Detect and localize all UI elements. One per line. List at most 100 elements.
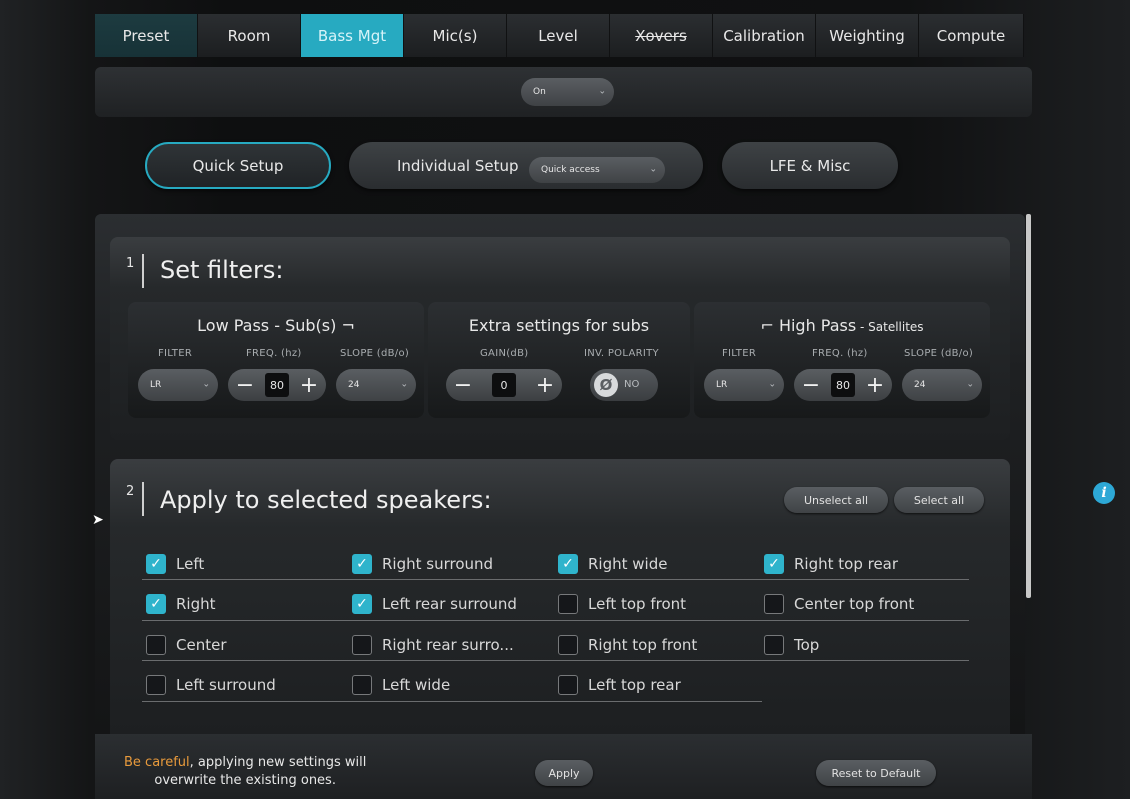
polarity-label: INV. POLARITY (584, 348, 659, 359)
speaker-label: Left surround (176, 676, 276, 694)
speaker-checkbox-item[interactable]: Right rear surro... (352, 630, 514, 660)
group-title: Extra settings for subs (468, 316, 650, 335)
speaker-label: Left top front (588, 595, 687, 613)
row-divider (142, 701, 762, 702)
speaker-checkbox-item[interactable]: Left top front (558, 589, 686, 619)
speaker-label: Left rear surround (382, 595, 517, 613)
speaker-checkbox-item[interactable]: ✓ Left rear surround (352, 589, 517, 619)
speaker-checkbox-item[interactable]: Center (146, 630, 227, 660)
low-pass-freq-stepper: − 80 + (228, 369, 326, 401)
gain-label: GAIN(dB) (480, 348, 529, 359)
minus-icon[interactable]: − (230, 369, 260, 401)
speaker-label: Left wide (382, 676, 451, 694)
checkbox-unchecked-icon[interactable] (352, 635, 372, 655)
speaker-label: Right surround (382, 555, 494, 573)
tab-room[interactable]: Room (198, 14, 301, 57)
high-pass-freq-stepper: − 80 + (794, 369, 892, 401)
speaker-checkbox-item[interactable]: Top (764, 630, 819, 660)
panel-scrollbar[interactable] (1026, 214, 1031, 598)
row-divider (142, 660, 969, 661)
speaker-label: Right rear surro... (382, 636, 514, 654)
checkbox-unchecked-icon[interactable] (146, 635, 166, 655)
tab-preset[interactable]: Preset (95, 14, 198, 57)
tab-level[interactable]: Level (507, 14, 610, 57)
low-pass-slope-select[interactable]: 24 ⌄ (336, 369, 416, 401)
apply-button[interactable]: Apply (535, 760, 593, 786)
quick-access-select[interactable]: Quick access ⌄ (529, 157, 665, 183)
checkbox-unchecked-icon[interactable] (352, 675, 372, 695)
checkbox-unchecked-icon[interactable] (558, 675, 578, 695)
speaker-checkbox-item[interactable]: ✓ Right surround (352, 549, 493, 579)
speaker-checkbox-item[interactable]: Left top rear (558, 670, 681, 700)
bass-mode-select[interactable]: On ⌄ (521, 78, 614, 106)
checkbox-checked-icon[interactable]: ✓ (352, 594, 372, 614)
speaker-label: Left (176, 555, 205, 573)
checkbox-unchecked-icon[interactable] (146, 675, 166, 695)
minus-icon[interactable]: − (448, 369, 478, 401)
speaker-label: Center (176, 636, 227, 654)
select-all-button[interactable]: Select all (894, 487, 984, 513)
invert-polarity-toggle[interactable]: Ø NO (590, 369, 658, 401)
checkbox-unchecked-icon[interactable] (558, 594, 578, 614)
speaker-label: Right top front (588, 636, 698, 654)
checkbox-unchecked-icon[interactable] (558, 635, 578, 655)
freq-label: FREQ. (hz) (246, 348, 302, 359)
filter-label: FILTER (722, 348, 757, 359)
group-subtitle: - Satellites (856, 320, 924, 334)
section-title: Apply to selected speakers: (160, 486, 492, 514)
low-pass-freq-value[interactable]: 80 (265, 373, 289, 397)
tab-weighting[interactable]: Weighting (816, 14, 919, 57)
quick-setup-button[interactable]: Quick Setup (145, 142, 331, 189)
checkbox-checked-icon[interactable]: ✓ (146, 594, 166, 614)
speaker-label: Center top front (794, 595, 915, 613)
low-pass-filter-select[interactable]: LR ⌄ (138, 369, 218, 401)
filter-label: FILTER (158, 348, 193, 359)
lfe-misc-button[interactable]: LFE & Misc (722, 142, 898, 189)
slope-label: SLOPE (dB/o) (340, 348, 410, 359)
tab-calibration[interactable]: Calibration (713, 14, 816, 57)
low-pass-group: Low Pass - Sub(s) ¬ FILTER FREQ. (hz) SL… (128, 302, 424, 418)
speaker-checkbox-item[interactable]: ✓ Left (146, 549, 204, 579)
gain-value[interactable]: 0 (492, 373, 516, 397)
plus-icon[interactable]: + (860, 369, 890, 401)
group-title: High Pass (778, 316, 857, 335)
speaker-label: Right (176, 595, 216, 613)
high-pass-freq-value[interactable]: 80 (831, 373, 855, 397)
overwrite-warning: Be careful, applying new settings will o… (124, 754, 366, 790)
checkbox-checked-icon[interactable]: ✓ (352, 554, 372, 574)
speaker-checkbox-item[interactable]: ✓ Right top rear (764, 549, 898, 579)
speaker-checkbox-item[interactable]: Right top front (558, 630, 697, 660)
info-icon[interactable]: i (1093, 482, 1115, 504)
chevron-down-icon: ⌄ (202, 379, 210, 390)
minus-icon[interactable]: − (796, 369, 826, 401)
speaker-checkbox-item[interactable]: Left surround (146, 670, 276, 700)
checkbox-checked-icon[interactable]: ✓ (764, 554, 784, 574)
speaker-checkbox-item[interactable]: Left wide (352, 670, 450, 700)
tab-mics[interactable]: Mic(s) (404, 14, 507, 57)
reset-to-default-button[interactable]: Reset to Default (816, 760, 936, 786)
tab-compute[interactable]: Compute (919, 14, 1024, 57)
speaker-label: Right top rear (794, 555, 899, 573)
speaker-checkbox-item[interactable]: ✓ Right wide (558, 549, 667, 579)
phase-invert-icon: Ø (594, 373, 618, 397)
warning-text: overwrite the existing ones. (154, 773, 336, 788)
checkbox-unchecked-icon[interactable] (764, 635, 784, 655)
chevron-down-icon: ⌄ (768, 379, 776, 390)
high-pass-slope-select[interactable]: 24 ⌄ (902, 369, 982, 401)
speaker-checkbox-item[interactable]: Center top front (764, 589, 914, 619)
checkbox-checked-icon[interactable]: ✓ (558, 554, 578, 574)
tab-xovers[interactable]: Xovers (610, 14, 713, 57)
row-divider (142, 579, 969, 580)
plus-icon[interactable]: + (530, 369, 560, 401)
warning-highlight: Be careful (124, 755, 190, 770)
speaker-checkbox-item[interactable]: ✓ Right (146, 589, 216, 619)
checkbox-unchecked-icon[interactable] (764, 594, 784, 614)
checkbox-checked-icon[interactable]: ✓ (146, 554, 166, 574)
freq-label: FREQ. (hz) (812, 348, 868, 359)
high-pass-filter-select[interactable]: LR ⌄ (704, 369, 784, 401)
tab-bass-mgt[interactable]: Bass Mgt (301, 14, 404, 57)
plus-icon[interactable]: + (294, 369, 324, 401)
unselect-all-button[interactable]: Unselect all (784, 487, 888, 513)
chevron-down-icon: ⌄ (598, 86, 606, 97)
section-number: 1 (126, 256, 135, 271)
